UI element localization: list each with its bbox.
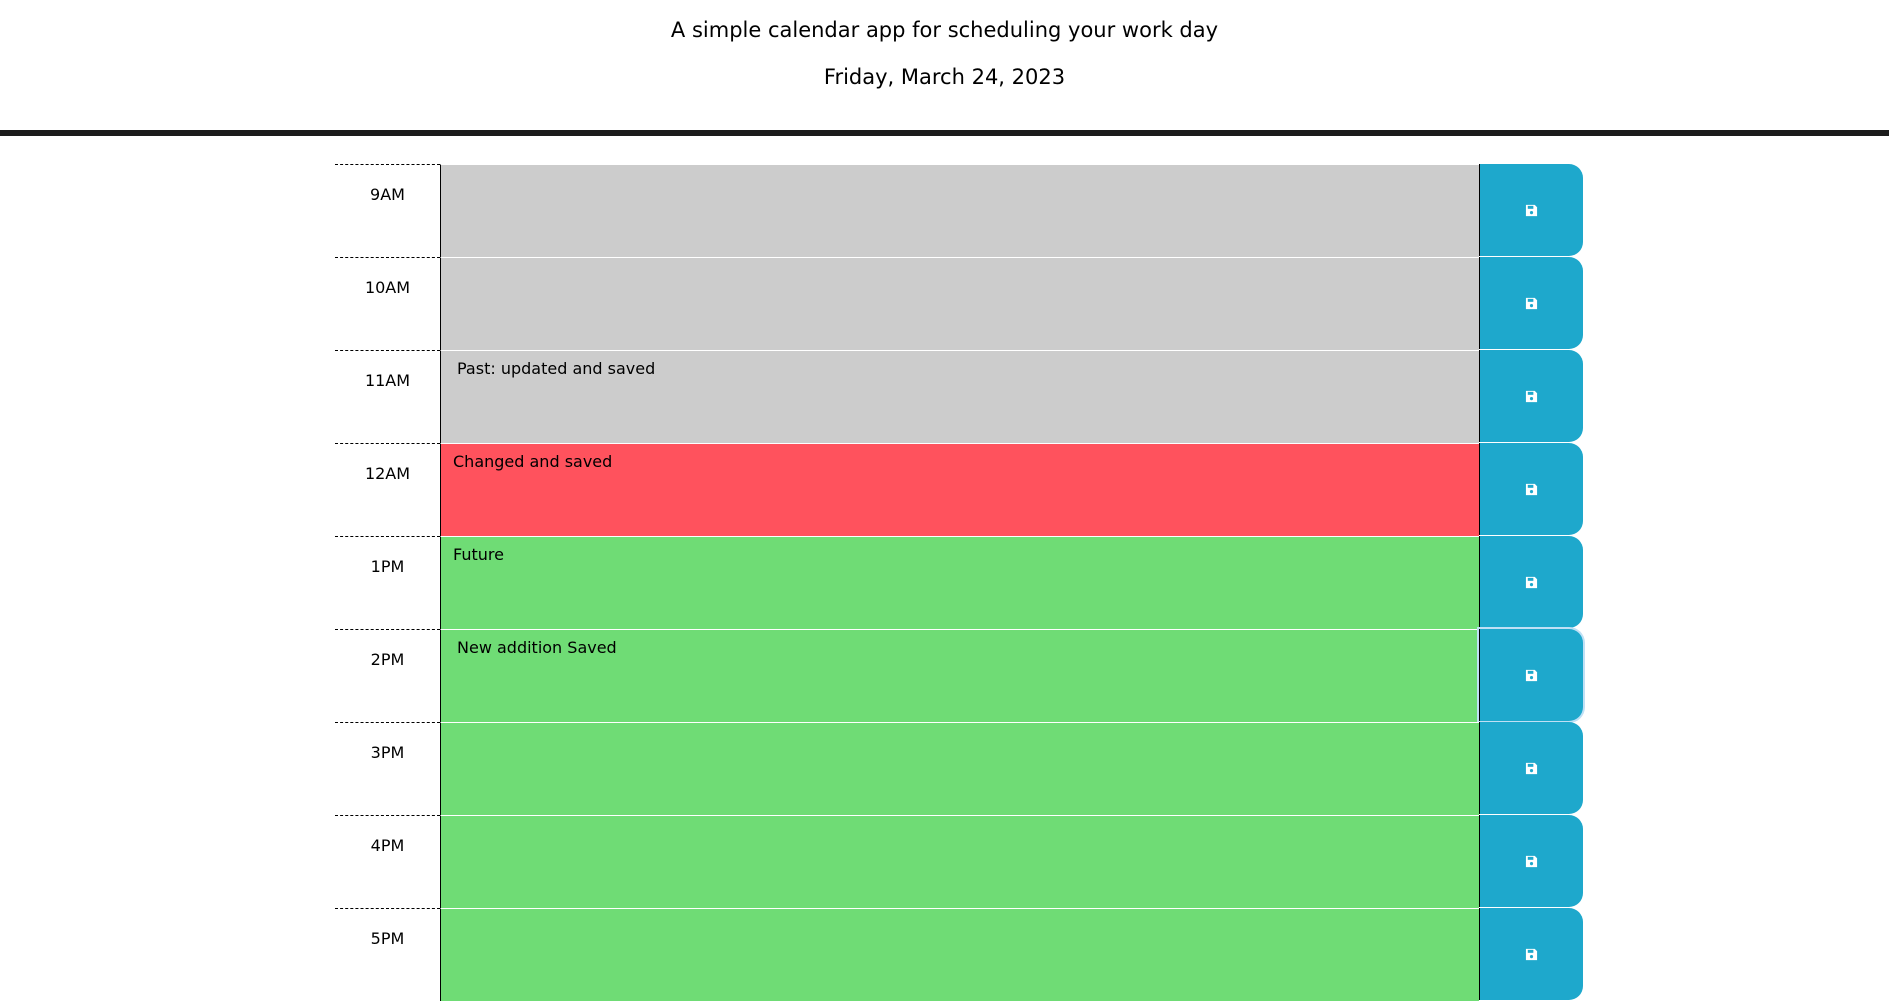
floppy-disk-icon — [1525, 669, 1538, 681]
event-description-input[interactable]: Changed and saved — [440, 443, 1479, 536]
schedule-container: 9AM 10AM 11AM Past: updated and saved 12… — [335, 164, 1583, 1001]
event-description-input[interactable]: Past: updated and saved — [440, 350, 1479, 443]
save-button[interactable] — [1479, 815, 1583, 907]
time-block-5pm: 5PM — [335, 908, 1583, 1001]
hour-label: 10AM — [335, 257, 440, 350]
hour-label: 3PM — [335, 722, 440, 815]
event-description-input[interactable] — [440, 257, 1479, 350]
floppy-disk-icon — [1525, 297, 1538, 309]
event-description-input[interactable]: Future — [440, 536, 1479, 629]
hour-label: 4PM — [335, 815, 440, 908]
time-block-10am: 10AM — [335, 257, 1583, 350]
save-button[interactable] — [1479, 629, 1583, 721]
save-button[interactable] — [1479, 164, 1583, 256]
hour-label: 5PM — [335, 908, 440, 1001]
floppy-disk-icon — [1525, 576, 1538, 588]
save-button[interactable] — [1479, 443, 1583, 535]
save-button[interactable] — [1479, 908, 1583, 1000]
event-description-input[interactable] — [440, 722, 1479, 815]
time-block-1pm: 1PM Future — [335, 536, 1583, 629]
floppy-disk-icon — [1525, 855, 1538, 867]
hour-label: 9AM — [335, 164, 440, 257]
time-block-4pm: 4PM — [335, 815, 1583, 908]
current-day: Friday, March 24, 2023 — [823, 65, 1066, 89]
hour-label: 12AM — [335, 443, 440, 536]
hour-label: 2PM — [335, 629, 440, 722]
time-block-12am: 12AM Changed and saved — [335, 443, 1583, 536]
event-description-input[interactable] — [440, 815, 1479, 908]
time-block-3pm: 3PM — [335, 722, 1583, 815]
event-description-input[interactable] — [440, 908, 1479, 1001]
page-header: A simple calendar app for scheduling you… — [0, 0, 1889, 136]
save-button[interactable] — [1479, 257, 1583, 349]
floppy-disk-icon — [1525, 762, 1538, 774]
time-block-9am: 9AM — [335, 164, 1583, 257]
floppy-disk-icon — [1525, 204, 1538, 216]
hour-label: 11AM — [335, 350, 440, 443]
save-button[interactable] — [1479, 350, 1583, 442]
event-description-input[interactable]: New addition Saved — [440, 629, 1479, 722]
floppy-disk-icon — [1525, 483, 1538, 495]
save-button[interactable] — [1479, 722, 1583, 814]
event-description-input[interactable] — [440, 164, 1479, 257]
time-block-11am: 11AM Past: updated and saved — [335, 350, 1583, 443]
hour-label: 1PM — [335, 536, 440, 629]
floppy-disk-icon — [1525, 948, 1538, 960]
time-block-2pm: 2PM New addition Saved — [335, 629, 1583, 722]
save-button[interactable] — [1479, 536, 1583, 628]
floppy-disk-icon — [1525, 390, 1538, 402]
app-subtitle: A simple calendar app for scheduling you… — [670, 18, 1219, 42]
